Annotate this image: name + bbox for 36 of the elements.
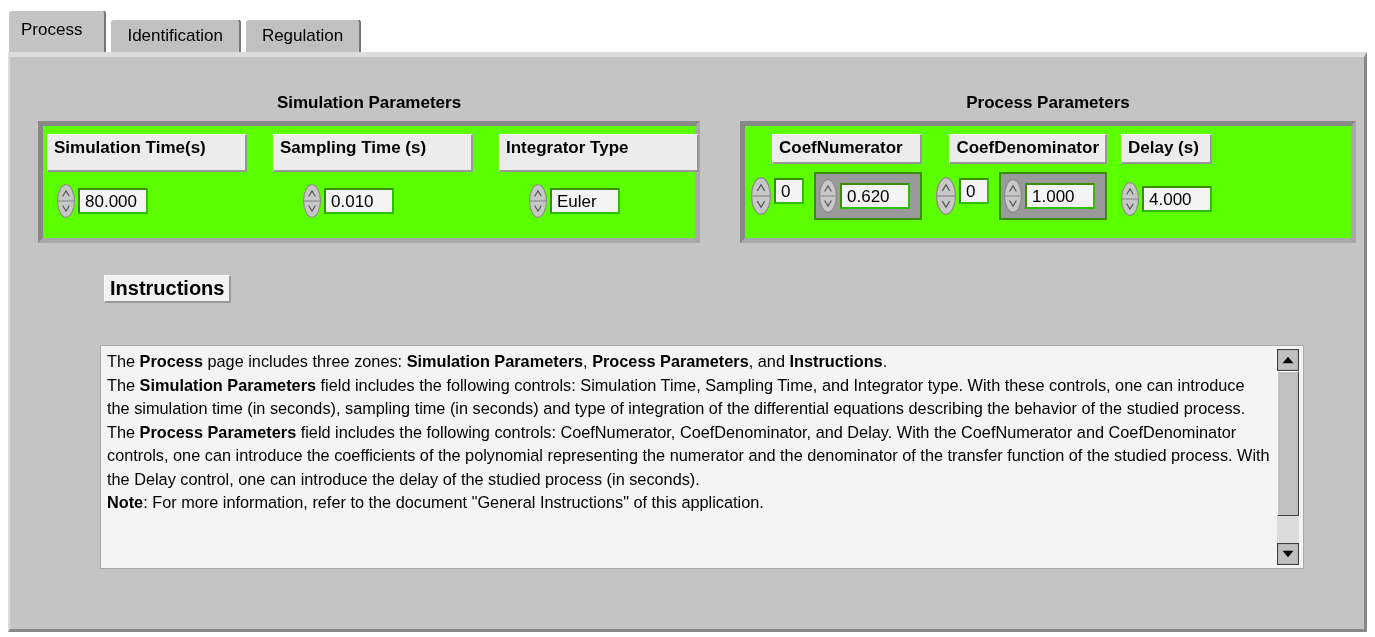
scroll-thumb[interactable] — [1277, 371, 1299, 516]
scroll-up-button[interactable] — [1277, 349, 1299, 371]
group-title: Process Parameters — [965, 93, 1131, 114]
numeric-field[interactable]: 0.620 — [840, 183, 910, 209]
spin-button[interactable] — [936, 176, 956, 216]
control-label: Simulation Time(s) — [47, 134, 247, 172]
index-field[interactable]: 0 — [959, 178, 989, 204]
scrollbar[interactable] — [1277, 349, 1299, 565]
scroll-down-button[interactable] — [1277, 543, 1299, 565]
tab[interactable]: Regulation — [244, 19, 362, 52]
spin-button[interactable] — [1004, 179, 1022, 213]
paragraph: The Process Parameters field includes the following controls: CoefNumerator, CoefDenominator, and Delay. With the CoefNumerator and CoefDenominator controls, one can introduce the coefficients of the polynomial representing the numerator and the denominator of the transfer function of the studied process. With the Delay control, one can introduce the delay of the studied process (in seconds). — [107, 421, 1271, 490]
index-field[interactable]: 0 — [774, 178, 804, 204]
paragraph: The Process page includes three zones: Simulation Parameters, Process Parameters, and Instructions. — [107, 351, 889, 372]
numeric-field[interactable]: Euler — [550, 188, 620, 214]
numeric-field[interactable]: 80.000 — [78, 188, 148, 214]
numeric-field[interactable]: 4.000 — [1142, 186, 1212, 212]
instructions-label: Instructions — [104, 275, 232, 303]
spin-button[interactable] — [529, 184, 547, 218]
control-label: Integrator Type — [499, 134, 699, 172]
group-title: Simulation Parameters — [275, 93, 463, 114]
paragraph: Note: For more information, refer to the document "General Instructions" of this application. — [107, 492, 765, 513]
spin-button[interactable] — [819, 179, 837, 213]
tab[interactable]: Process — [8, 10, 107, 52]
spin-button[interactable] — [57, 184, 75, 218]
spin-button[interactable] — [303, 184, 321, 218]
numeric-field[interactable]: 1.000 — [1025, 183, 1095, 209]
spin-button[interactable] — [1121, 182, 1139, 216]
paragraph: The Simulation Parameters field includes the following controls: Simulation Time, Sampling Time, and Integrator type. With these controls, one can introduce the simulation time (in seconds), sampling time (in seconds) and type of integration of the differential equations describing the behavior of the studied process. — [107, 374, 1247, 419]
tab[interactable]: Identification — [110, 19, 241, 52]
control-label: Delay (s) — [1121, 134, 1212, 164]
control-label: Sampling Time (s) — [273, 134, 473, 172]
spin-button[interactable] — [751, 176, 771, 216]
control-label: CoefNumerator — [772, 134, 922, 164]
control-label: CoefDenominator — [949, 134, 1107, 164]
numeric-field[interactable]: 0.010 — [324, 188, 394, 214]
